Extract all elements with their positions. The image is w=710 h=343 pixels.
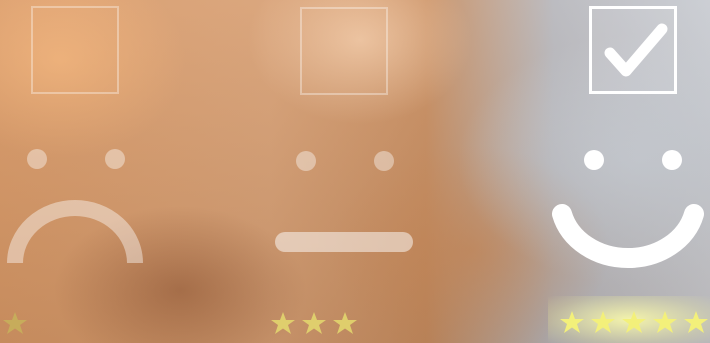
sad-stars <box>2 311 30 335</box>
star-icon <box>560 311 584 333</box>
rating-scene <box>0 0 710 343</box>
neutral-right-eye <box>374 151 394 171</box>
star-icon <box>3 312 27 334</box>
star-icon <box>591 311 615 333</box>
happy-left-eye <box>584 150 604 170</box>
neutral-left-eye <box>296 151 316 171</box>
happy-right-eye <box>662 150 682 170</box>
neutral-stars <box>270 311 360 335</box>
sad-checkbox[interactable] <box>31 6 119 94</box>
sad-left-eye <box>27 149 47 169</box>
happy-face-icon <box>552 204 704 268</box>
star-icon <box>684 311 708 333</box>
neutral-checkbox[interactable] <box>300 7 388 95</box>
sad-right-eye <box>105 149 125 169</box>
neutral-face-icon <box>275 232 413 252</box>
star-icon <box>622 311 646 333</box>
sad-face-icon <box>7 200 143 264</box>
star-icon <box>333 312 357 334</box>
star-icon <box>653 311 677 333</box>
happy-stars <box>559 310 710 334</box>
happy-checkbox[interactable] <box>589 6 677 94</box>
star-icon <box>271 312 295 334</box>
star-icon <box>302 312 326 334</box>
checkmark-icon <box>604 23 668 77</box>
